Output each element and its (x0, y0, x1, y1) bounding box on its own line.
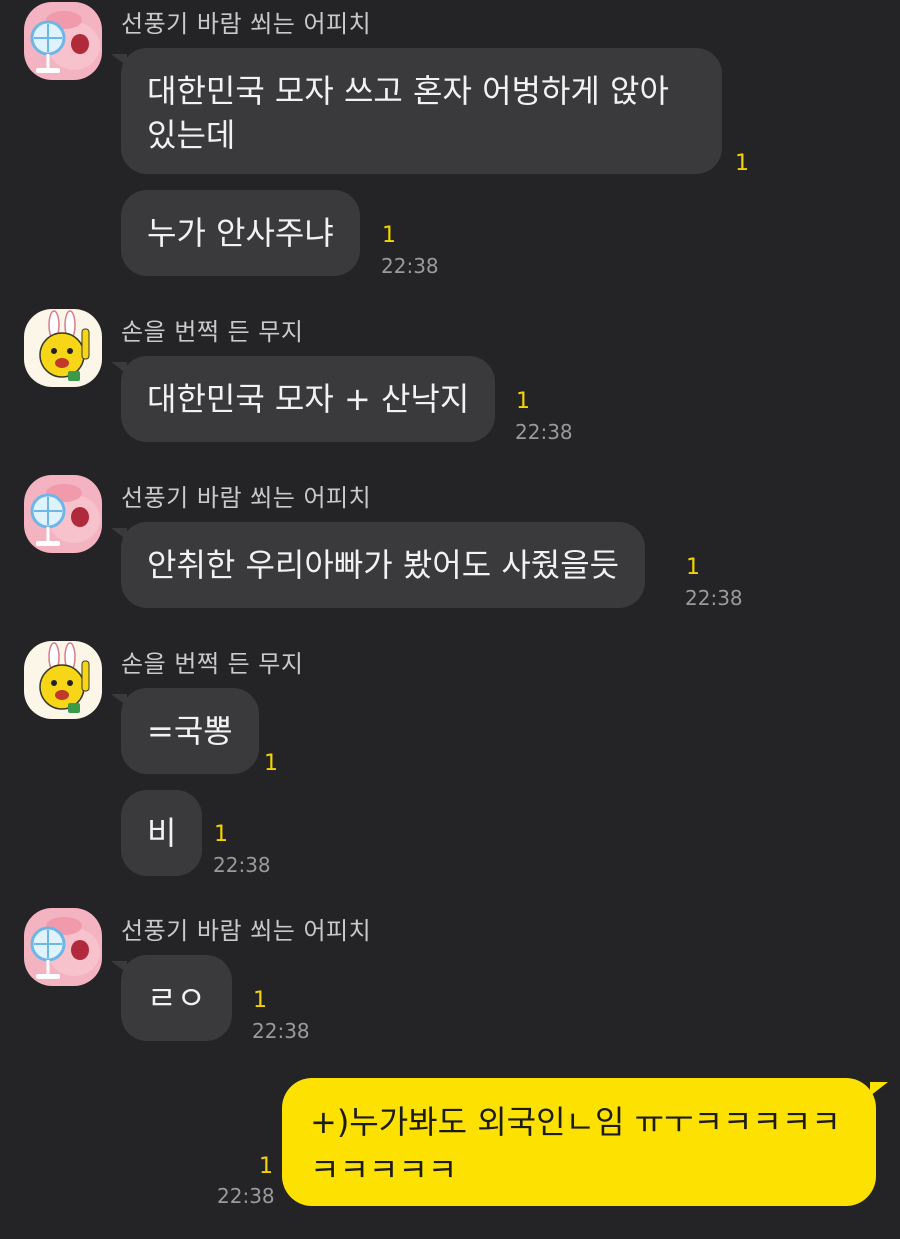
message-bubble[interactable]: 누가 안사주냐 (121, 190, 360, 276)
unread-count: 1 (253, 988, 267, 1013)
message-time: 22:38 (252, 1019, 310, 1043)
muzi-hand-up-icon (39, 310, 90, 381)
message-time: 22:38 (213, 853, 271, 877)
unread-count: 1 (382, 223, 396, 248)
message-time: 22:38 (685, 586, 743, 610)
message-text-line: ㅋㅋㅋㅋㅋ (310, 1151, 458, 1189)
avatar-muzi[interactable] (24, 641, 102, 719)
unread-count: 1 (259, 1154, 273, 1179)
message-time: 22:38 (217, 1184, 275, 1208)
message-bubble[interactable]: 대한민국 모자 쓰고 혼자 어벙하게 앉아 있는데 (111, 48, 722, 174)
avatar-apeach[interactable] (24, 2, 102, 80)
sender-name: 선풍기 바람 쐬는 어피치 (121, 10, 372, 38)
sender-name: 손을 번쩍 든 무지 (121, 318, 304, 346)
chat-screen: { "users": { "apeach": "선풍기 바람 쐬는 어피치", … (0, 0, 900, 1239)
avatar-muzi[interactable] (24, 309, 102, 387)
unread-count: 1 (516, 389, 530, 414)
message-bubble[interactable]: 비 (121, 790, 203, 876)
message-bubble[interactable]: 안취한 우리아빠가 봤어도 사줬을듯 (110, 522, 646, 608)
apeach-fan-icon (30, 484, 100, 546)
unread-count: 1 (686, 555, 700, 580)
avatar-apeach[interactable] (24, 475, 102, 553)
sender-name: 선풍기 바람 쐬는 어피치 (121, 917, 372, 945)
unread-count: 1 (264, 751, 278, 776)
message-text-line: +)누가봐도 외국인ㄴ임 ㅠㅜㅋㅋㅋㅋㅋ (310, 1103, 841, 1141)
avatar-apeach[interactable] (24, 908, 102, 986)
muzi-hand-up-icon (39, 642, 90, 713)
message-bubble[interactable]: =국뽕 (111, 688, 259, 774)
apeach-fan-icon (30, 917, 100, 979)
message-time: 22:38 (381, 254, 439, 278)
apeach-fan-icon (30, 11, 100, 73)
sender-name: 선풍기 바람 쐬는 어피치 (121, 484, 372, 512)
message-time: 22:38 (515, 420, 573, 444)
my-message-bubble[interactable]: +)누가봐도 외국인ㄴ임 ㅠㅜㅋㅋㅋㅋㅋ ㅋㅋㅋㅋㅋ (282, 1078, 888, 1206)
message-text-line: 대한민국 모자 쓰고 혼자 어벙하게 앉아 (147, 72, 669, 110)
sender-name: 손을 번쩍 든 무지 (121, 650, 304, 678)
unread-count: 1 (735, 151, 749, 176)
message-bubble[interactable]: 대한민국 모자 + 산낙지 (110, 356, 496, 442)
message-bubble[interactable]: ㄹㅇ (111, 955, 232, 1041)
message-text-line: 있는데 (147, 116, 236, 154)
unread-count: 1 (214, 822, 228, 847)
